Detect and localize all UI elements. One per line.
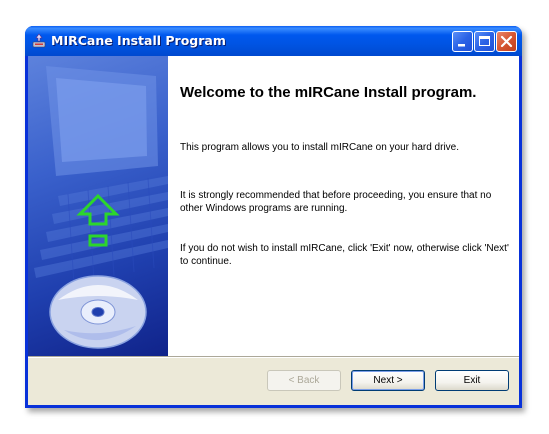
welcome-heading: Welcome to the mIRCane Install program. [180, 84, 477, 101]
installer-icon [31, 33, 47, 49]
recommendation-paragraph: It is strongly recommended that before p… [180, 190, 492, 214]
minimize-icon [458, 44, 465, 47]
close-button[interactable] [496, 31, 517, 52]
window-title: MIRCane Install Program [51, 33, 226, 48]
exit-instructions-paragraph: If you do not wish to install mIRCane, c… [180, 243, 509, 267]
banner-artwork [34, 66, 168, 349]
maximize-icon [479, 36, 490, 46]
minimize-button[interactable] [452, 31, 473, 52]
intro-paragraph: This program allows you to install mIRCa… [180, 142, 460, 153]
exit-button[interactable]: Exit [435, 370, 509, 391]
footer-divider [28, 356, 519, 358]
side-banner-image [28, 56, 168, 356]
installer-window: MIRCane Install Program Welcome to the m… [25, 26, 522, 408]
welcome-content-panel: Welcome to the mIRCane Install program. … [168, 56, 519, 356]
back-button[interactable]: < Back [267, 370, 341, 391]
title-bar[interactable]: MIRCane Install Program [25, 26, 522, 56]
maximize-button[interactable] [474, 31, 495, 52]
dialog-client-area: Welcome to the mIRCane Install program. … [28, 56, 519, 405]
close-icon [500, 35, 513, 48]
next-button[interactable]: Next > [351, 370, 425, 391]
cd-disc-icon [49, 275, 147, 349]
